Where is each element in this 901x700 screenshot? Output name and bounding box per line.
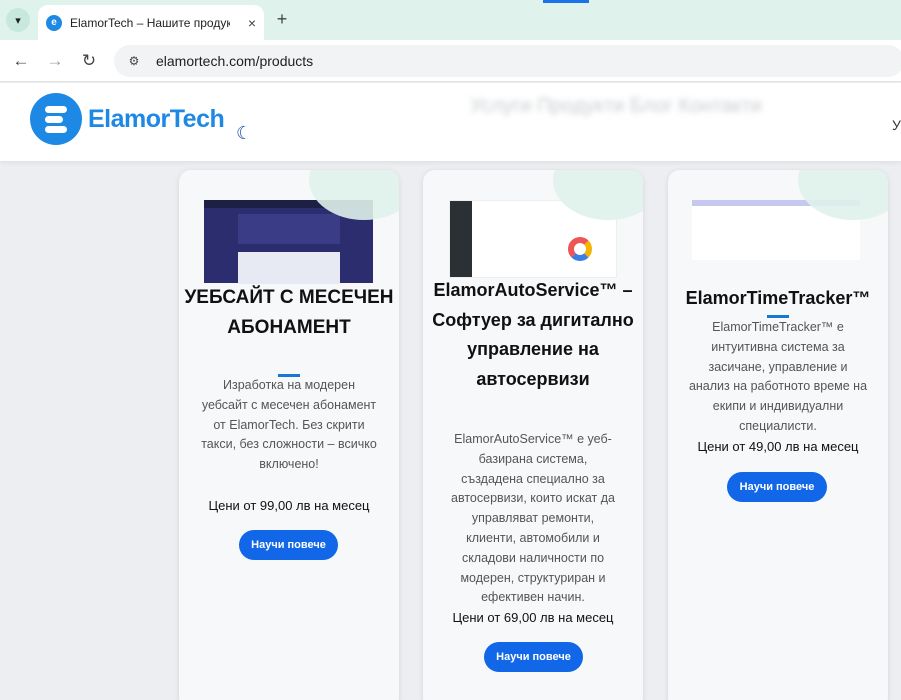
product-card-website: УЕБСАЙТ С МЕСЕЧЕН АБОНАМЕНТ Изработка на… (179, 170, 399, 700)
tab-close-icon[interactable]: × (248, 15, 256, 31)
logo-mark-icon (30, 93, 82, 145)
card-description: ElamorTimeTracker™ е интуитивна система … (688, 320, 868, 433)
product-screenshot-timetracker (692, 200, 860, 260)
product-card-autoservice: ElamorAutoService™ – Софтуер за дигиталн… (423, 170, 643, 700)
browser-toolbar: ← → ↻ ⚙ elamortech.com/products (0, 40, 901, 82)
card-title: ElamorTimeTracker™ (685, 288, 871, 308)
url-text[interactable]: elamortech.com/products (156, 53, 313, 69)
header-cut-text: У (892, 117, 901, 133)
site-logo[interactable]: ElamorTech (30, 93, 225, 145)
card-title: ElamorAutoService™ – Софтуер за дигиталн… (432, 280, 634, 389)
card-price: Цени от 49,00 лв на месец (697, 439, 859, 454)
card-title: УЕБСАЙТ С МЕСЕЧЕН АБОНАМЕНТ (184, 287, 394, 338)
site-header: ElamorTech ☾ Услуги Продукти Блог Контак… (0, 83, 901, 161)
card-description: ElamorAutoService™ е уеб-базирана систем… (451, 432, 615, 605)
tab-title: ElamorTech – Нашите продукти (70, 15, 230, 30)
reload-icon[interactable]: ↻ (78, 50, 100, 72)
main-menu-blurred[interactable]: Услуги Продукти Блог Контакти (470, 95, 762, 118)
new-tab-button[interactable]: + (272, 8, 292, 30)
product-screenshot-website (204, 200, 373, 284)
browser-tab-bar: ▾ e ElamorTech – Нашите продукти × + (0, 0, 901, 40)
card-price: Цени от 69,00 лв на месец (452, 610, 614, 625)
card-description: Изработка на модерен уебсайт с месечен а… (201, 378, 377, 472)
address-bar[interactable]: ⚙ elamortech.com/products (114, 45, 901, 77)
site-favicon-icon: e (46, 14, 62, 31)
tab-strip-accent (543, 0, 589, 3)
product-screenshot-autoservice (449, 200, 617, 278)
site-info-icon[interactable]: ⚙ (124, 51, 144, 71)
forward-arrow-icon[interactable]: → (44, 50, 66, 72)
learn-more-button[interactable]: Научи повече (239, 530, 338, 560)
browser-tab-active[interactable]: e ElamorTech – Нашите продукти × (38, 5, 264, 40)
learn-more-button[interactable]: Научи повече (727, 472, 827, 502)
card-price: Цени от 99,00 лв на месец (208, 498, 370, 513)
tab-search-chevron-icon[interactable]: ▾ (6, 8, 30, 32)
moon-icon[interactable]: ☾ (236, 123, 252, 144)
logo-text: ElamorTech (88, 104, 225, 133)
product-card-timetracker: ElamorTimeTracker™ ElamorTimeTracker™ е … (668, 170, 888, 700)
learn-more-button[interactable]: Научи повече (484, 642, 583, 672)
back-arrow-icon[interactable]: ← (10, 50, 32, 72)
